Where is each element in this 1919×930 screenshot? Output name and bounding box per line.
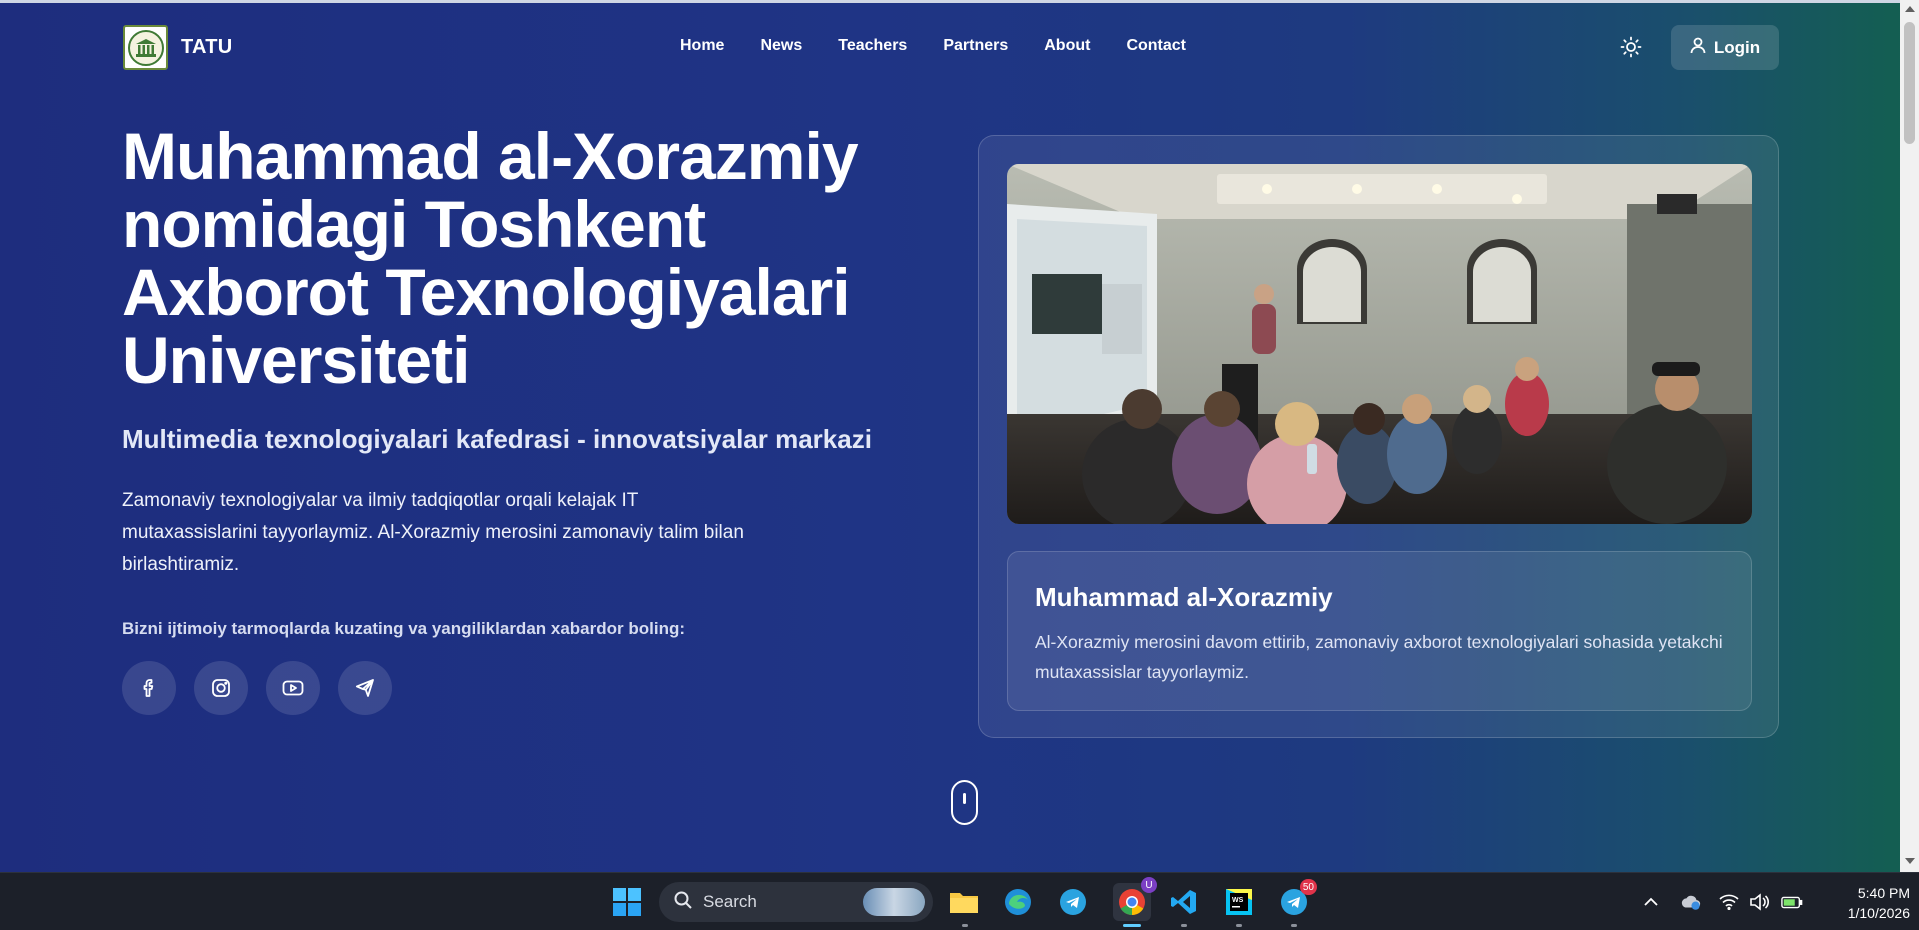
volume-icon[interactable]	[1748, 891, 1770, 913]
taskbar-running-dot	[962, 924, 968, 927]
featured-card: Muhammad al-Xorazmiy Al-Xorazmiy merosin…	[978, 135, 1779, 738]
navbar: TATU Home News Teachers Partners About C…	[0, 0, 1900, 95]
windows-taskbar: Search U WS 50 5:40 PM 1/10/2026	[0, 872, 1919, 930]
scroll-down-arrow-icon[interactable]	[1905, 858, 1915, 864]
search-icon	[673, 890, 693, 915]
search-placeholder: Search	[703, 892, 757, 911]
clock-date: 1/10/2026	[1847, 905, 1910, 921]
onedrive-icon[interactable]	[1680, 891, 1702, 913]
scroll-down-indicator[interactable]	[951, 780, 978, 825]
user-icon	[1690, 37, 1706, 59]
hero-title: Muhammad al-Xorazmiy nomidagi Toshkent A…	[122, 119, 859, 397]
social-label: Bizni ijtimoiy tarmoqlarda kuzating va y…	[122, 619, 685, 638]
nav-link-about[interactable]: About	[1044, 37, 1090, 55]
nav-link-teachers[interactable]: Teachers	[838, 37, 907, 55]
university-logo[interactable]	[123, 25, 168, 70]
social-links	[122, 661, 392, 715]
classroom-photo	[1007, 164, 1752, 524]
svg-text:WS: WS	[1232, 897, 1244, 904]
clock-time: 5:40 PM	[1857, 885, 1910, 901]
chevron-up-icon[interactable]	[1640, 891, 1662, 913]
file-explorer-icon[interactable]	[947, 885, 981, 919]
telegram-app-icon[interactable]: 50	[1277, 879, 1317, 919]
info-title: Muhammad al-Xorazmiy	[1035, 582, 1333, 612]
page-scrollbar[interactable]	[1900, 0, 1919, 872]
edge-icon[interactable]	[1001, 885, 1035, 919]
nav-link-news[interactable]: News	[760, 37, 802, 55]
taskbar-active-indicator	[1123, 924, 1141, 927]
telegram-unread-badge: 50	[1299, 879, 1317, 895]
brand-name[interactable]: TATU	[181, 36, 233, 59]
vscode-icon[interactable]	[1167, 885, 1201, 919]
taskbar-running-dot	[1291, 924, 1297, 927]
main-nav: Home News Teachers Partners About Contac…	[680, 37, 1186, 55]
windows-start-icon[interactable]	[610, 885, 644, 919]
logo-emblem-icon	[127, 29, 164, 66]
hero-description: Zamonaviy texnologiyalar va ilmiy tadqiq…	[122, 490, 744, 575]
battery-icon[interactable]	[1781, 891, 1803, 913]
search-highlight-icon	[863, 888, 925, 916]
telegram-icon[interactable]	[338, 661, 392, 715]
browser-viewport: TATU Home News Teachers Partners About C…	[0, 0, 1919, 872]
chrome-icon[interactable]: U	[1113, 877, 1157, 921]
scrollbar-thumb[interactable]	[1904, 22, 1915, 144]
system-clock[interactable]: 5:40 PM 1/10/2026	[1820, 883, 1910, 923]
chrome-profile-badge: U	[1141, 877, 1157, 893]
telegram-desktop-icon[interactable]	[1056, 885, 1090, 919]
taskbar-running-dot	[1181, 924, 1187, 927]
taskbar-running-dot	[1236, 924, 1242, 927]
wifi-icon[interactable]	[1718, 891, 1740, 913]
nav-link-contact[interactable]: Contact	[1126, 37, 1186, 55]
scroll-up-arrow-icon[interactable]	[1905, 6, 1915, 12]
taskbar-search[interactable]: Search	[659, 882, 933, 922]
youtube-icon[interactable]	[266, 661, 320, 715]
sun-icon[interactable]	[1618, 34, 1644, 60]
hero-subtitle: Multimedia texnologiyalari kafedrasi - i…	[122, 424, 872, 454]
login-button[interactable]: Login	[1671, 25, 1779, 70]
login-label: Login	[1713, 37, 1761, 57]
webstorm-icon[interactable]: WS	[1222, 885, 1256, 919]
nav-link-home[interactable]: Home	[680, 37, 724, 55]
facebook-icon[interactable]	[122, 661, 176, 715]
nav-link-partners[interactable]: Partners	[943, 37, 1008, 55]
instagram-icon[interactable]	[194, 661, 248, 715]
info-text: Al-Xorazmiy merosini davom ettirib, zamo…	[1035, 632, 1723, 682]
info-box: Muhammad al-Xorazmiy Al-Xorazmiy merosin…	[1007, 551, 1752, 711]
